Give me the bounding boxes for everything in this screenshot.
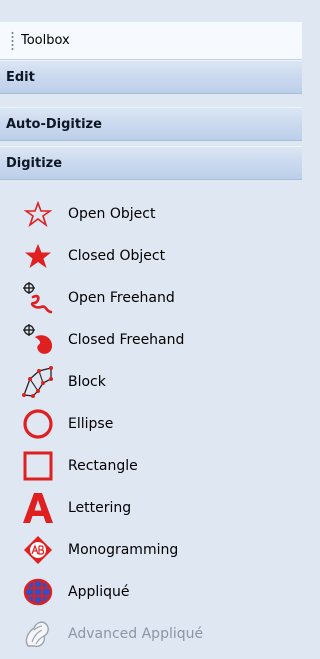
tool-label: Lettering bbox=[68, 500, 132, 516]
ellipse-icon bbox=[20, 407, 56, 441]
tool-label: Closed Object bbox=[68, 248, 166, 264]
block-icon bbox=[20, 365, 56, 399]
toolbox-header: Toolbox bbox=[0, 22, 302, 60]
section-edit[interactable]: Edit bbox=[0, 60, 302, 94]
tool-open-object[interactable]: Open Object bbox=[20, 197, 280, 231]
tool-ellipse[interactable]: Ellipse bbox=[20, 407, 280, 441]
tool-closed-object[interactable]: Closed Object bbox=[20, 239, 280, 273]
monogram-icon bbox=[20, 533, 56, 567]
tool-lettering[interactable]: Lettering bbox=[20, 491, 280, 525]
filled-star-icon bbox=[20, 239, 56, 273]
tool-label: Block bbox=[68, 374, 106, 390]
tool-monogramming[interactable]: Monogramming bbox=[20, 533, 280, 567]
tool-advanced-applique[interactable]: Advanced Appliqué bbox=[20, 617, 280, 651]
toolbox-panel: Toolbox Edit Auto-Digitize Digitize Open… bbox=[0, 0, 302, 659]
advanced-applique-icon bbox=[20, 617, 56, 651]
tool-label: Monogramming bbox=[68, 542, 179, 558]
tool-block[interactable]: Block bbox=[20, 365, 280, 399]
section-digitize[interactable]: Digitize bbox=[0, 146, 302, 180]
toolbox-title: Toolbox bbox=[21, 33, 70, 48]
tool-label: Advanced Appliqué bbox=[68, 626, 204, 642]
tool-label: Open Object bbox=[68, 206, 156, 222]
open-star-icon bbox=[20, 197, 56, 231]
tool-label: Closed Freehand bbox=[68, 332, 185, 348]
section-auto-digitize[interactable]: Auto-Digitize bbox=[0, 107, 302, 141]
tool-label: Appliqué bbox=[68, 584, 130, 600]
rectangle-icon bbox=[20, 449, 56, 483]
applique-icon bbox=[20, 575, 56, 609]
lettering-icon bbox=[20, 491, 56, 525]
tool-rectangle[interactable]: Rectangle bbox=[20, 449, 280, 483]
tool-closed-freehand[interactable]: Closed Freehand bbox=[20, 323, 280, 357]
tool-label: Rectangle bbox=[68, 458, 138, 474]
tool-applique[interactable]: Appliqué bbox=[20, 575, 280, 609]
grip-handle[interactable] bbox=[11, 30, 14, 51]
open-freehand-icon bbox=[20, 281, 56, 315]
tool-label: Open Freehand bbox=[68, 290, 175, 306]
tool-label: Ellipse bbox=[68, 416, 114, 432]
closed-freehand-icon bbox=[20, 323, 56, 357]
tool-open-freehand[interactable]: Open Freehand bbox=[20, 281, 280, 315]
